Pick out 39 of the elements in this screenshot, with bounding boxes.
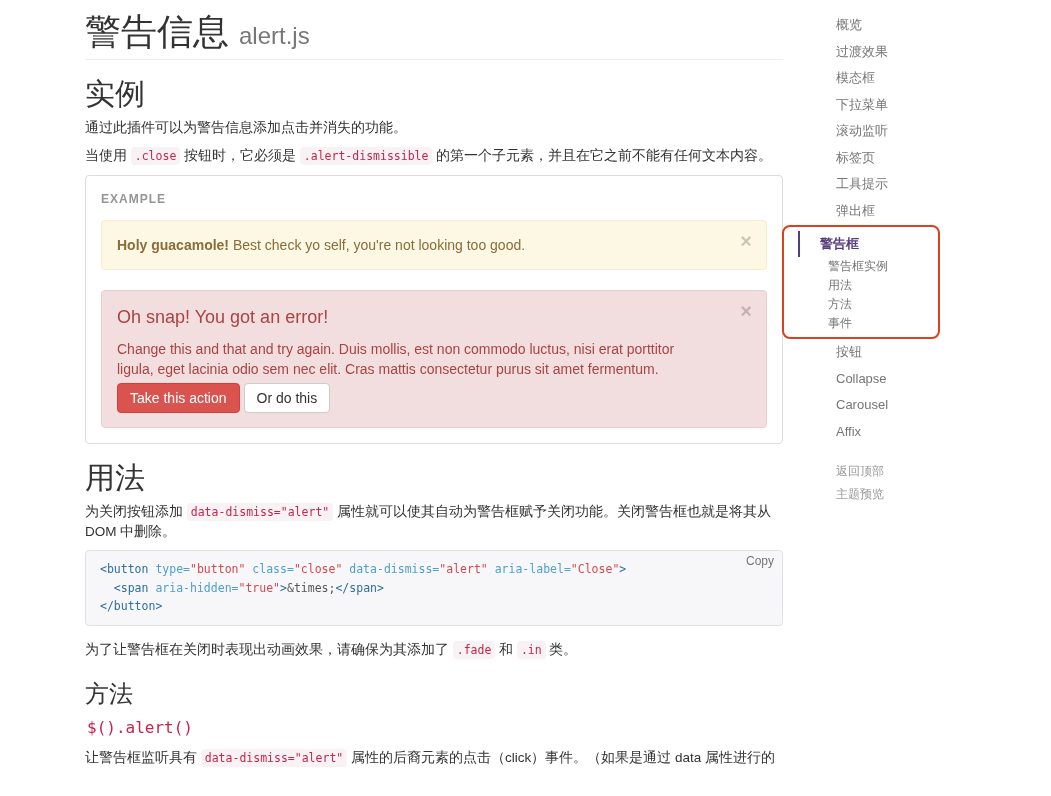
nav-link[interactable]: 滚动监听: [818, 118, 978, 145]
paragraph: 让警告框监听具有 data-dismiss="alert" 属性的后裔元素的点击（click）事件。（如果是通过 data 属性进行的: [85, 747, 777, 768]
nav-link[interactable]: Carousel: [818, 392, 978, 419]
nav-sublink[interactable]: 警告框实例: [798, 257, 938, 277]
method-signature: $().alert(): [87, 716, 194, 739]
section-heading: 方法: [85, 679, 134, 709]
paragraph: 为关闭按钮添加 data-dismiss="alert" 属性就可以使其自动为警告框赋予关闭功能。关闭警告框也就是将其从 DOM 中删除。: [85, 501, 772, 541]
action-button[interactable]: Or do this: [243, 382, 331, 413]
footer-link[interactable]: 主题预览: [818, 482, 978, 506]
section-heading: 用法: [85, 459, 146, 496]
alert-text: Change this and that and try again. Duis mollis, est non commodo luctus, nisi erat porttitor ligula, eget lacinia odio sem nec elit. Cras mattis consectetur purus sit amet fermentum.: [117, 339, 676, 379]
code-line: <button type="button" class="close" data-dismiss="alert" aria-label="Close">: [100, 561, 627, 579]
alert-heading: Oh snap! You got an error!: [117, 305, 329, 329]
nav-link[interactable]: 工具提示: [818, 171, 978, 199]
paragraph: 当使用 .close 按钮时，它必须是 .alert-dismissible 的第一个子元素，并且在它之前不能有任何文本内容。: [85, 146, 774, 167]
nav-link[interactable]: Collapse: [818, 365, 978, 393]
nav-link[interactable]: 按钮: [818, 339, 978, 366]
nav-sublink[interactable]: 用法: [798, 276, 938, 296]
nav-sublink[interactable]: 事件: [798, 314, 938, 334]
code-line: </button>: [100, 598, 163, 616]
nav-link[interactable]: 下拉菜单: [818, 91, 978, 119]
action-button[interactable]: Take this action: [117, 382, 240, 413]
nav-link[interactable]: 过渡效果: [818, 38, 978, 66]
code-line: <span aria-hidden="true">&times;</span>: [112, 579, 384, 597]
example-label: EXAMPLE: [101, 190, 167, 208]
nav-link[interactable]: 弹出框: [818, 198, 978, 225]
nav-link[interactable]: 模态框: [818, 65, 978, 92]
nav-link[interactable]: 标签页: [818, 144, 978, 172]
nav-sublink[interactable]: 方法: [798, 295, 938, 315]
paragraph: 为了让警告框在关闭时表现出动画效果，请确保为其添加了 .fade 和 .in 类。: [85, 639, 579, 660]
nav-link[interactable]: 警告框: [798, 230, 938, 258]
paragraph: 通过此插件可以为警告信息添加点击并消失的功能。: [85, 119, 408, 138]
nav-link[interactable]: 概览: [818, 12, 978, 39]
copy-button[interactable]: Copy: [746, 554, 774, 569]
alert-text: Holy guacamole! Best check yo self, you're not looking too good.: [117, 235, 526, 255]
page-title: 警告信息 alert.js: [85, 10, 311, 54]
nav-link[interactable]: Affix: [818, 418, 978, 446]
section-heading: 实例: [85, 76, 146, 113]
footer-link[interactable]: 返回顶部: [818, 459, 978, 483]
